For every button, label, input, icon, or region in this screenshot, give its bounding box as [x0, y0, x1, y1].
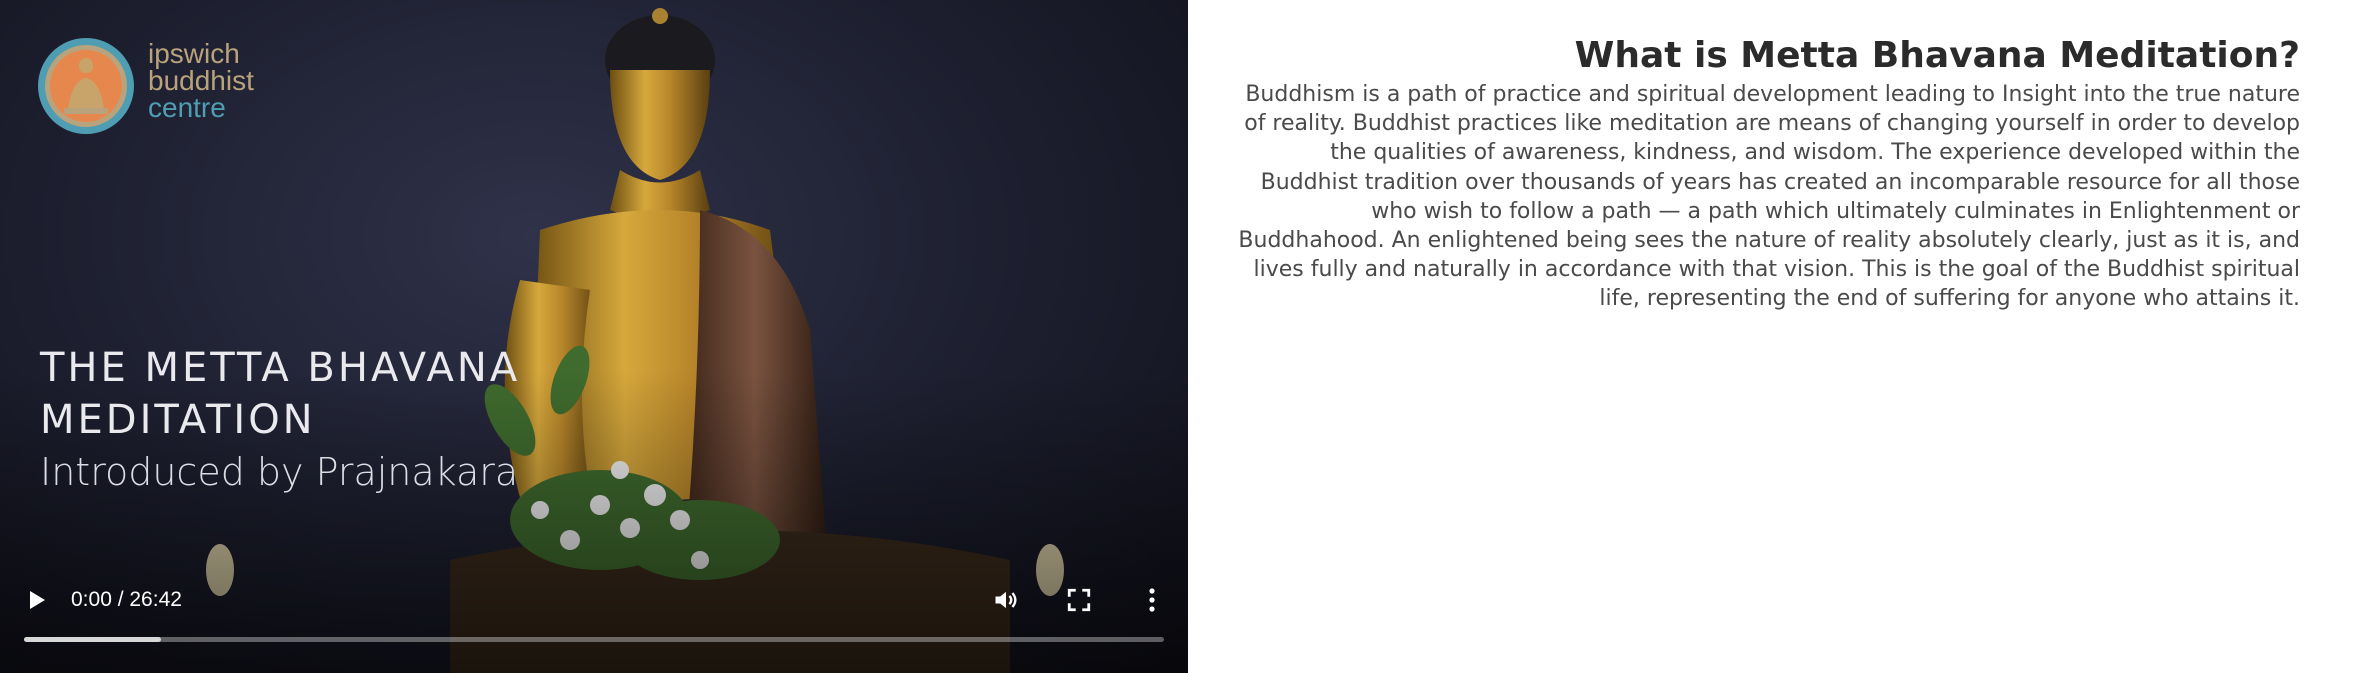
play-icon[interactable] — [24, 588, 48, 612]
article-heading: What is Metta Bhavana Meditation? — [1574, 35, 2300, 76]
article: What is Metta Bhavana Meditation? Buddhi… — [1230, 32, 2300, 314]
time-display: 0:00 / 26:42 — [71, 588, 182, 611]
poster-title-line1: THE METTA BHAVANA — [40, 345, 521, 391]
poster-shade — [0, 0, 1188, 673]
fullscreen-icon[interactable] — [1066, 587, 1092, 613]
video-player[interactable]: ipswich buddhist centre — [0, 0, 1188, 673]
video-poster-title: THE METTA BHAVANA MEDITATION Introduced … — [40, 342, 520, 494]
poster-title-line2: MEDITATION — [40, 397, 316, 443]
more-vert-icon[interactable] — [1140, 586, 1164, 614]
volume-icon[interactable] — [992, 586, 1020, 614]
progress-buffered — [24, 637, 161, 642]
progress-bar[interactable] — [24, 637, 1164, 642]
poster-subtitle: Introduced by Prajnakara — [40, 450, 519, 494]
article-body: Buddhism is a path of practice and spiri… — [1238, 82, 2300, 312]
